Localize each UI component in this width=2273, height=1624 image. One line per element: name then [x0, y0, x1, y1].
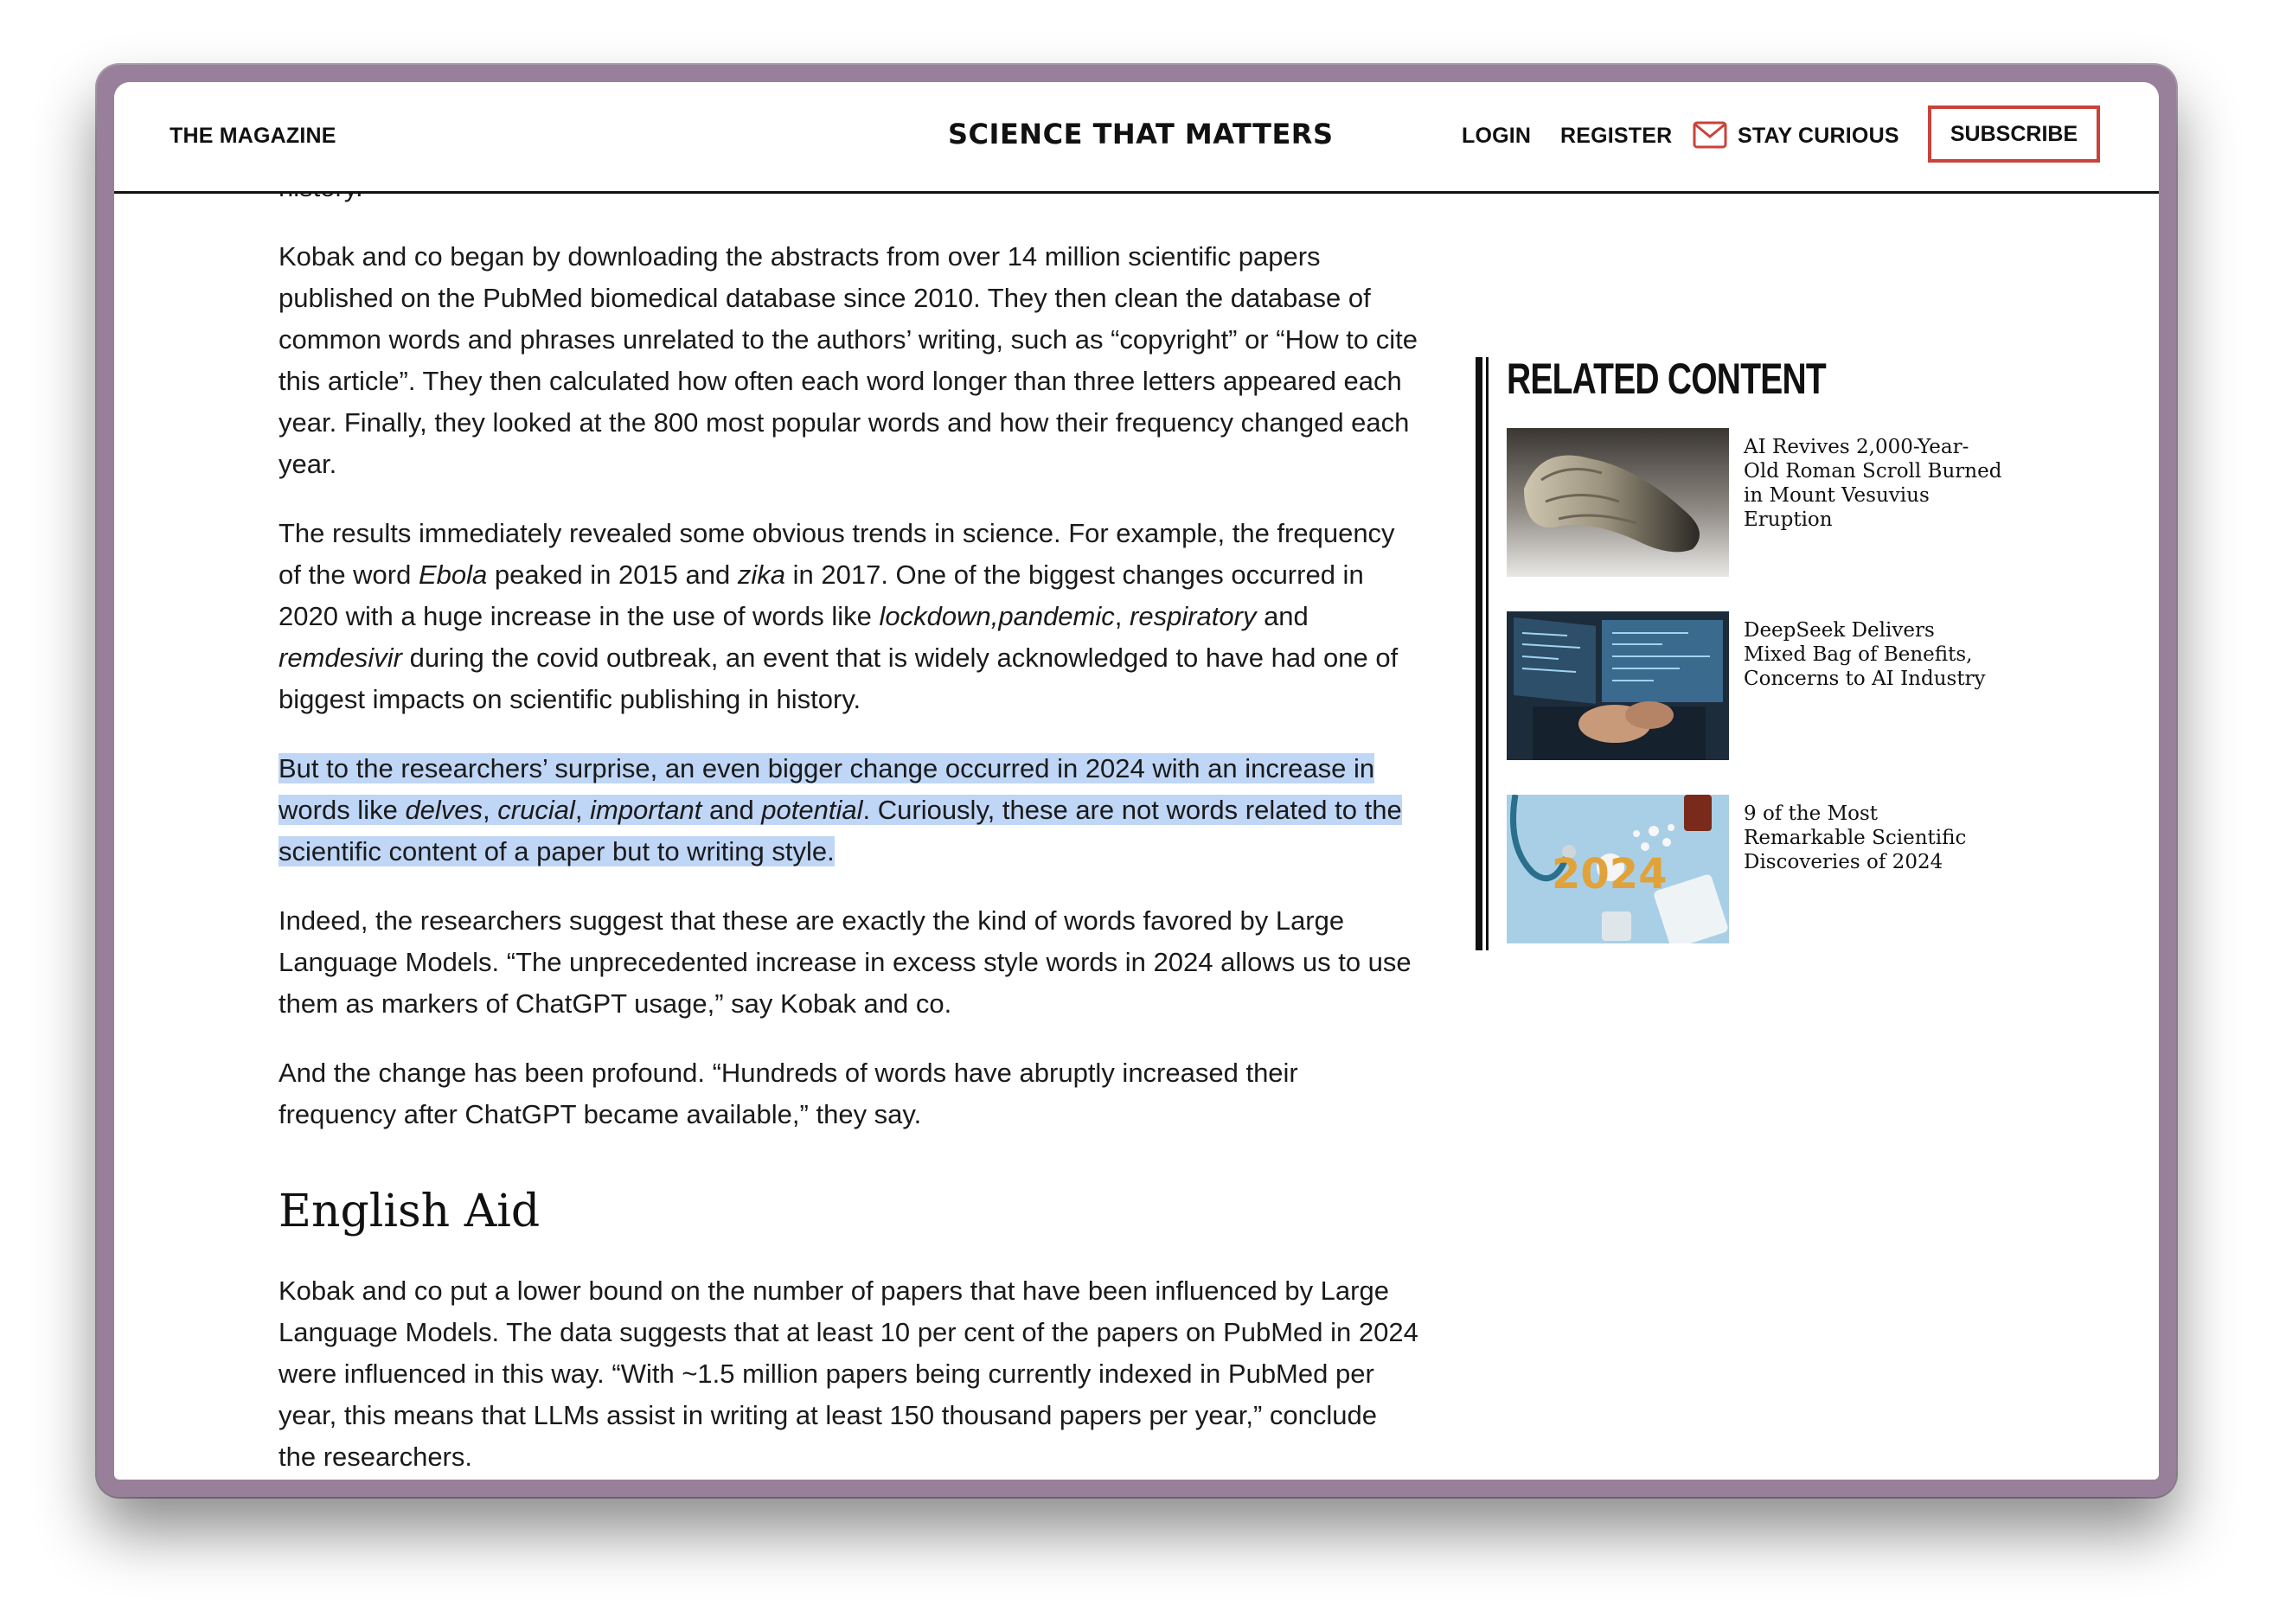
article-paragraph: Kobak and co began by downloading the ab… [279, 241, 1418, 479]
site-logo[interactable]: SCIENCE THAT MATTERS [948, 118, 1333, 150]
sidebar-rule [1476, 357, 1482, 950]
stay-curious-link[interactable]: STAY CURIOUS [1738, 124, 1899, 149]
register-link[interactable]: REGISTER [1560, 124, 1672, 149]
sidebar-rule [1486, 357, 1489, 950]
scroll-photo[interactable] [1507, 428, 1729, 577]
medical-2024-photo[interactable]: 2024 [1507, 795, 1729, 943]
related-item[interactable]: AI Revives 2,000-Year-Old Roman Scroll B… [1507, 428, 2001, 577]
web-page: THE MAGAZINE SCIENCE THAT MATTERS LOGIN … [114, 82, 2159, 1480]
login-link[interactable]: LOGIN [1462, 124, 1531, 149]
article-body: history. Kobak and co began by downloadi… [279, 167, 1420, 1480]
related-item-title[interactable]: 9 of the Most Remarkable Scientific Disc… [1744, 802, 2003, 874]
related-item[interactable]: 2024 9 of the Most Remarkable Scientific… [1507, 795, 1991, 943]
subscribe-button[interactable]: SUBSCRIBE [1928, 105, 2100, 163]
site-header: THE MAGAZINE SCIENCE THAT MATTERS LOGIN … [114, 82, 2159, 194]
article-paragraph: And the change has been profound. “Hundr… [279, 1058, 1298, 1129]
computer-screens-photo[interactable] [1507, 611, 1729, 760]
article-paragraph: Kobak and co put a lower bound on the nu… [279, 1276, 1418, 1472]
related-content-title: RELATED CONTENT [1507, 355, 1827, 403]
the-magazine-link[interactable]: THE MAGAZINE [170, 124, 336, 149]
article-paragraph: Indeed, the researchers suggest that the… [279, 905, 1412, 1019]
browser-window: THE MAGAZINE SCIENCE THAT MATTERS LOGIN … [97, 65, 2176, 1497]
related-content-sidebar: RELATED CONTENT AI Revives 2,000-Year-Ol… [1476, 355, 2001, 950]
related-item-title[interactable]: DeepSeek Delivers Mixed Bag of Benefits,… [1744, 618, 2003, 691]
section-heading: English Aid [279, 1186, 541, 1237]
article-paragraph-selected[interactable]: But to the researchers’ surprise, an eve… [279, 748, 1420, 873]
related-item-title[interactable]: AI Revives 2,000-Year-Old Roman Scroll B… [1744, 435, 2003, 532]
envelope-icon[interactable] [1693, 121, 1727, 149]
svg-text:2024: 2024 [1552, 850, 1668, 898]
article-paragraph: The results immediately revealed some ob… [279, 518, 1399, 714]
related-item[interactable]: DeepSeek Delivers Mixed Bag of Benefits,… [1507, 611, 1991, 760]
